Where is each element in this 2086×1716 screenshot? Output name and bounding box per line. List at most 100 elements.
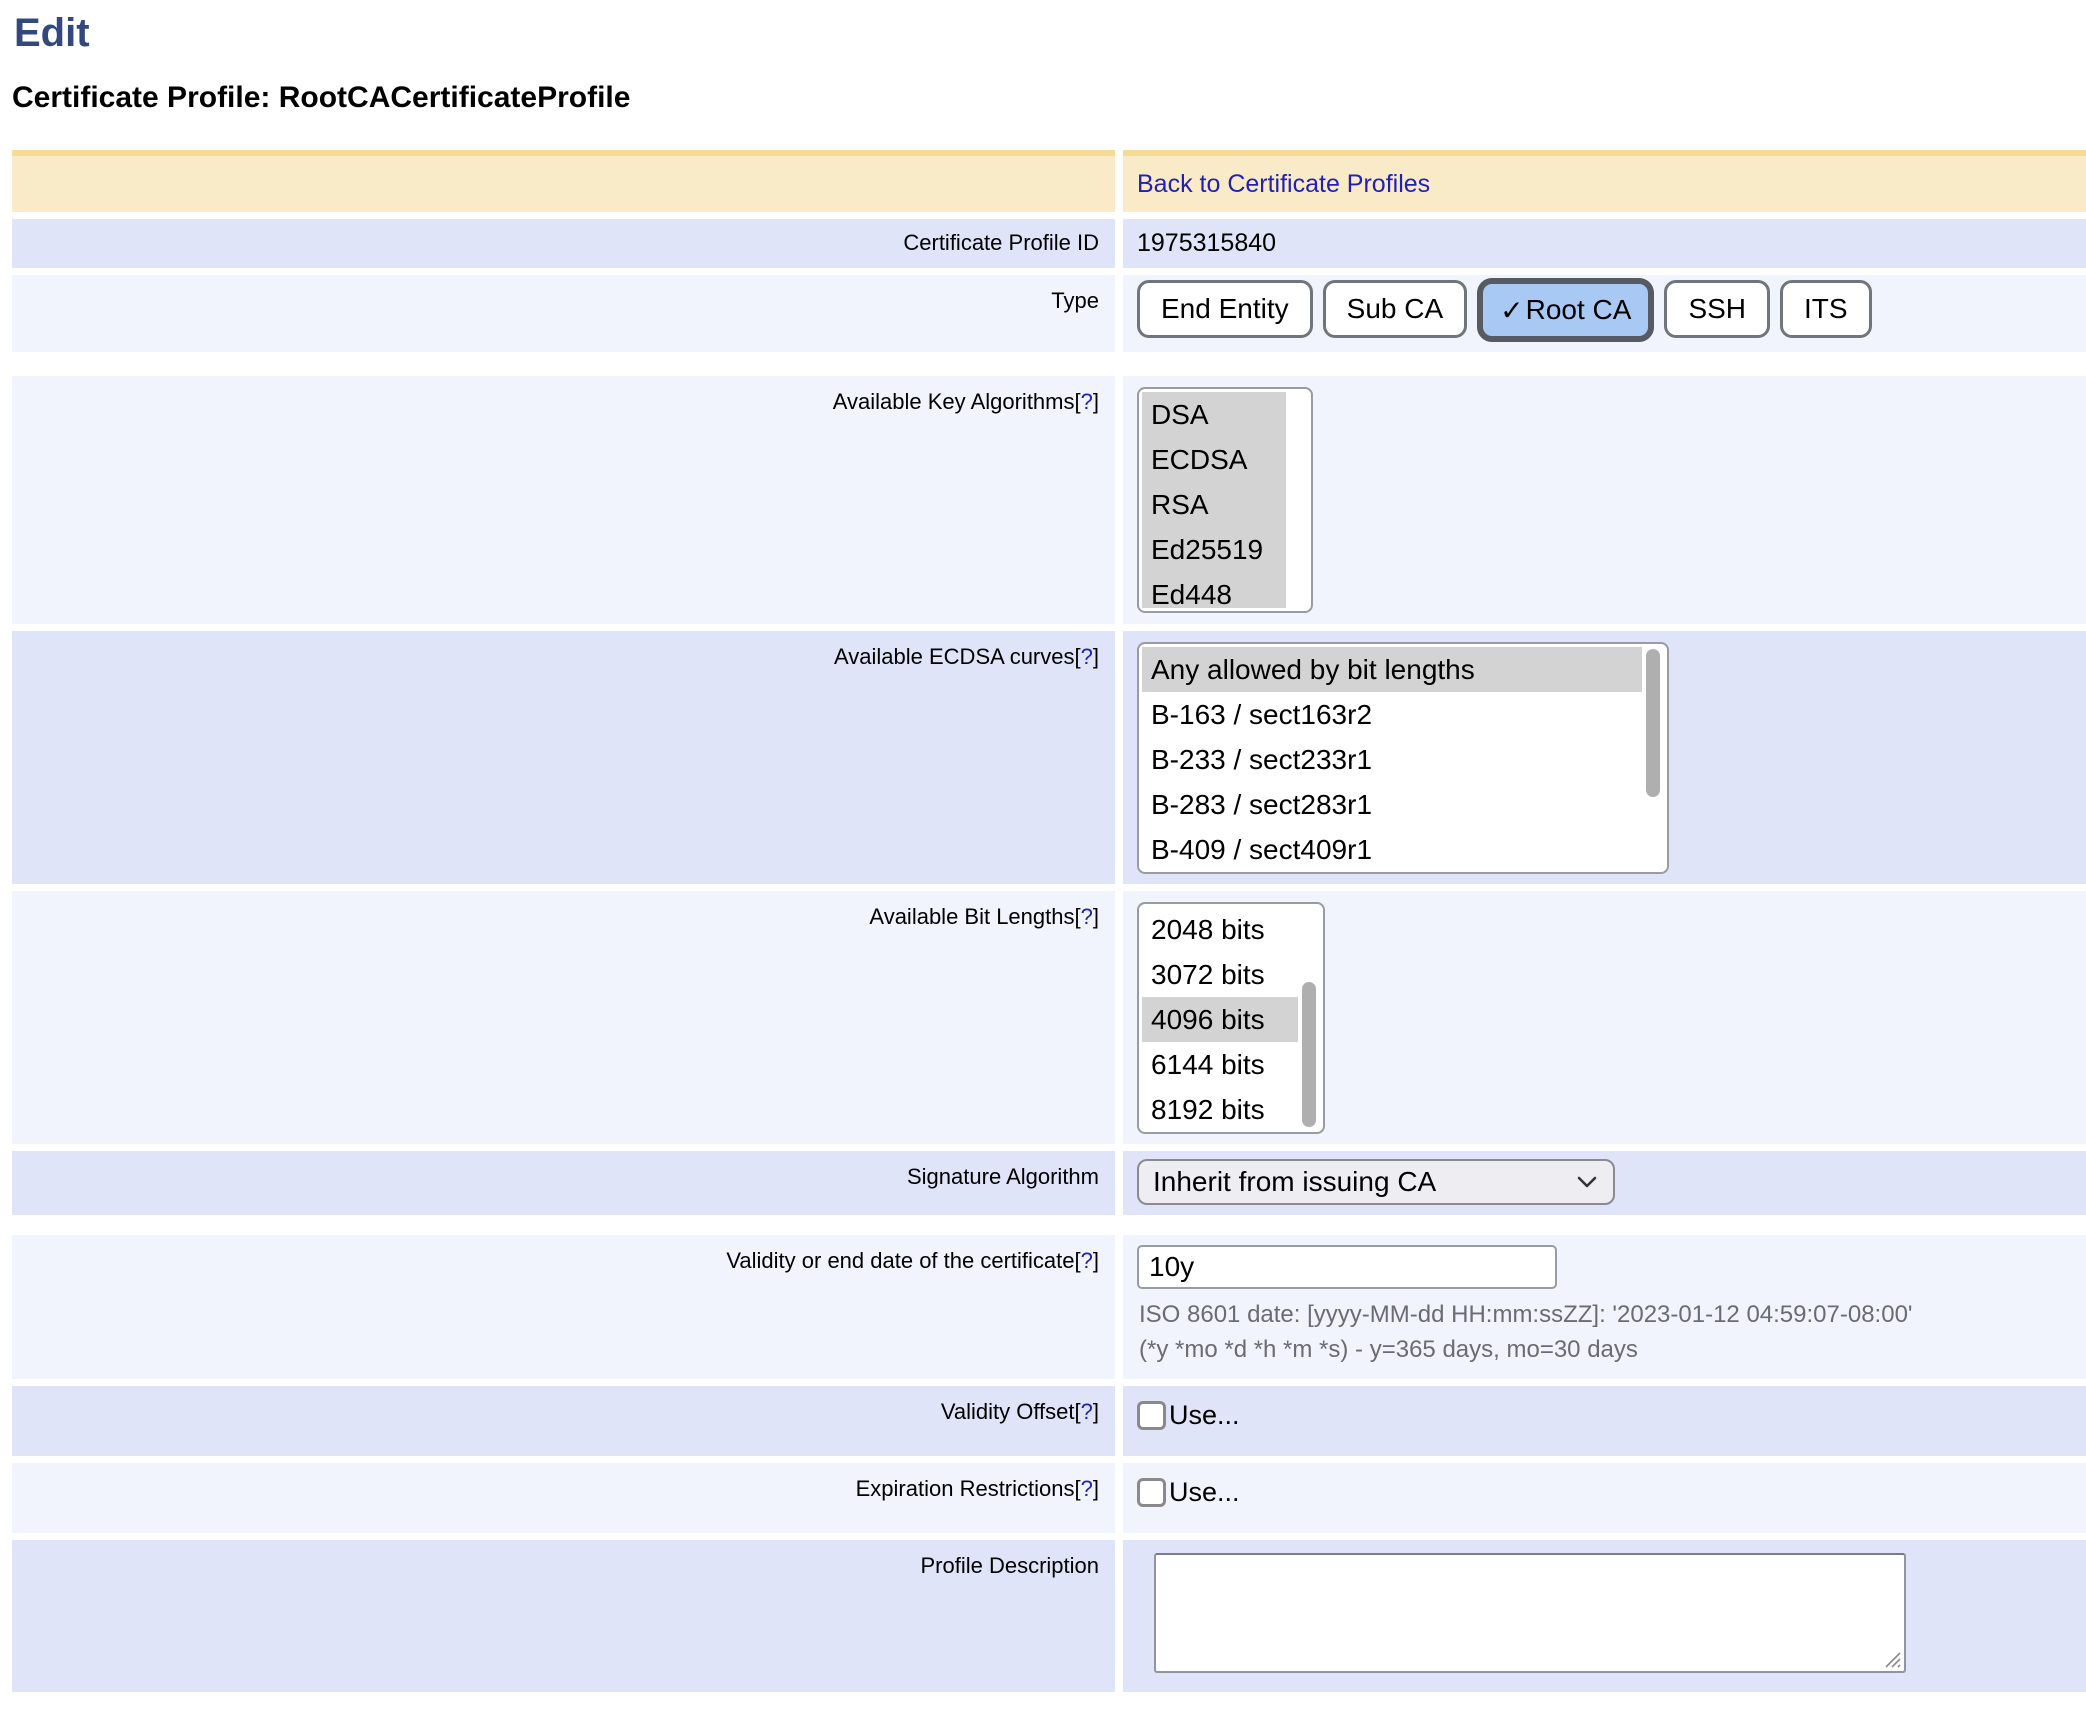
validity-offset-use-checkbox[interactable] [1137,1401,1166,1430]
validity-offset-row: Validity Offset[?] Use... [12,1386,2086,1456]
validity-hint-line1: ISO 8601 date: [yyyy-MM-dd HH:mm:ssZZ]: … [1139,1297,2086,1332]
validity-input[interactable] [1137,1245,1557,1289]
signature-algorithm-row: Signature Algorithm Inherit from issuing… [12,1151,2086,1215]
certificate-profile-id-value-cell: 1975315840 [1123,219,2086,268]
resize-handle-icon[interactable] [1880,1647,1902,1669]
section-key-settings: Available Key Algorithms[?] DSA ECDSA RS… [12,376,2086,1215]
validity-offset-label: Validity Offset [941,1399,1075,1424]
bit-length-option[interactable]: 6144 bits [1142,1042,1298,1087]
signature-algorithm-select-cell: Inherit from issuing CA [1123,1151,2086,1215]
certificate-profile-id-label: Certificate Profile ID [903,230,1099,255]
key-algorithm-option[interactable]: DSA [1142,392,1286,437]
validity-label-cell: Validity or end date of the certificate[… [12,1235,1115,1379]
back-to-certificate-profiles-link[interactable]: Back to Certificate Profiles [1137,156,1430,199]
available-key-algorithms-label: Available Key Algorithms [833,389,1075,414]
section-general: Back to Certificate Profiles Certificate… [12,150,2086,352]
ecdsa-curve-option[interactable]: Any allowed by bit lengths [1142,647,1642,692]
signature-algorithm-select[interactable]: Inherit from issuing CA [1137,1159,1615,1205]
certificate-profile-id-label-cell: Certificate Profile ID [12,219,1115,268]
signature-algorithm-selected-value: Inherit from issuing CA [1153,1166,1436,1198]
validity-offset-label-cell: Validity Offset[?] [12,1386,1115,1456]
chevron-down-icon [1575,1174,1599,1190]
header-right-cell: Back to Certificate Profiles [1123,150,2086,212]
validity-help-link[interactable]: ? [1081,1248,1093,1273]
available-ecdsa-curves-list-cell: Any allowed by bit lengths B-163 / sect1… [1123,631,2086,884]
bit-lengths-help-link[interactable]: ? [1081,904,1093,929]
key-algorithm-option[interactable]: Ed25519 [1142,527,1286,572]
validity-offset-use-label: Use... [1169,1400,1240,1431]
profile-description-value-cell [1123,1540,2086,1692]
type-button-root-ca[interactable]: ✓Root CA [1477,278,1654,342]
available-key-algorithms-row: Available Key Algorithms[?] DSA ECDSA RS… [12,376,2086,624]
edit-certificate-profile-page: Edit Certificate Profile: RootCACertific… [0,0,2086,1716]
certificate-profile-id-value: 1975315840 [1137,219,2086,258]
profile-description-textarea[interactable] [1154,1553,1906,1673]
profile-description-textarea-wrap [1154,1553,1906,1673]
key-algorithms-scrollbar-track [1286,392,1308,608]
type-button-its[interactable]: ITS [1780,280,1872,338]
key-algorithms-listbox[interactable]: DSA ECDSA RSA Ed25519 Ed448 [1137,387,1313,613]
type-button-sub-ca[interactable]: Sub CA [1323,280,1468,338]
page-title: Edit [14,10,2086,56]
validity-offset-value-cell: Use... [1123,1386,2086,1456]
signature-algorithm-label-cell: Signature Algorithm [12,1151,1115,1215]
checkmark-icon: ✓ [1500,294,1523,327]
section-validity: Validity or end date of the certificate[… [12,1235,2086,1692]
expiration-restrictions-use-row: Use... [1137,1463,2086,1508]
available-bit-lengths-label-cell: Available Bit Lengths[?] [12,891,1115,1144]
validity-offset-use-row: Use... [1137,1386,2086,1431]
type-label-cell: Type [12,275,1115,352]
expiration-restrictions-use-label: Use... [1169,1477,1240,1508]
type-button-end-entity[interactable]: End Entity [1137,280,1313,338]
type-button-ssh[interactable]: SSH [1664,280,1770,338]
validity-hint-line2: (*y *mo *d *h *m *s) - y=365 days, mo=30… [1139,1332,2086,1367]
ecdsa-curves-scrollbar-track [1642,647,1664,869]
header-left-cell [12,150,1115,212]
profile-description-label-cell: Profile Description [12,1540,1115,1692]
available-bit-lengths-label: Available Bit Lengths [869,904,1074,929]
profile-description-row: Profile Description [12,1540,2086,1692]
type-row: Type End Entity Sub CA ✓Root CA SSH ITS [12,275,2086,352]
expiration-restrictions-label: Expiration Restrictions [856,1476,1075,1501]
expiration-restrictions-row: Expiration Restrictions[?] Use... [12,1463,2086,1533]
bit-length-option[interactable]: 2048 bits [1142,907,1298,952]
ecdsa-curve-option[interactable]: B-233 / sect233r1 [1142,737,1642,782]
validity-label: Validity or end date of the certificate [726,1248,1074,1273]
key-algorithms-help-link[interactable]: ? [1081,389,1093,414]
key-algorithm-option[interactable]: RSA [1142,482,1286,527]
available-key-algorithms-list-cell: DSA ECDSA RSA Ed25519 Ed448 [1123,376,2086,624]
ecdsa-curves-help-link[interactable]: ? [1081,644,1093,669]
type-buttons-cell: End Entity Sub CA ✓Root CA SSH ITS [1123,275,2086,352]
validity-offset-help-link[interactable]: ? [1081,1399,1093,1424]
profile-heading: Certificate Profile: RootCACertificatePr… [12,80,2086,116]
available-bit-lengths-list-cell: 2048 bits 3072 bits 4096 bits 6144 bits … [1123,891,2086,1144]
validity-input-cell: ISO 8601 date: [yyyy-MM-dd HH:mm:ssZZ]: … [1123,1235,2086,1379]
key-algorithm-option[interactable]: Ed448 [1142,572,1286,608]
bit-length-option[interactable]: 4096 bits [1142,997,1298,1042]
validity-row: Validity or end date of the certificate[… [12,1235,2086,1379]
available-ecdsa-curves-label-cell: Available ECDSA curves[?] [12,631,1115,884]
profile-description-label: Profile Description [920,1553,1099,1578]
type-label: Type [1051,288,1099,313]
expiration-restrictions-help-link[interactable]: ? [1081,1476,1093,1501]
validity-hint: ISO 8601 date: [yyyy-MM-dd HH:mm:ssZZ]: … [1137,1297,2086,1367]
bit-lengths-scrollbar-track [1298,907,1320,1129]
ecdsa-curves-scrollbar-thumb[interactable] [1646,649,1660,797]
available-key-algorithms-label-cell: Available Key Algorithms[?] [12,376,1115,624]
expiration-restrictions-value-cell: Use... [1123,1463,2086,1533]
bit-length-option[interactable]: 8192 bits [1142,1087,1298,1129]
expiration-restrictions-use-checkbox[interactable] [1137,1478,1166,1507]
ecdsa-curve-option[interactable]: B-163 / sect163r2 [1142,692,1642,737]
bit-lengths-listbox[interactable]: 2048 bits 3072 bits 4096 bits 6144 bits … [1137,902,1325,1134]
bit-length-option[interactable]: 3072 bits [1142,952,1298,997]
profile-form: Back to Certificate Profiles Certificate… [12,150,2086,1692]
signature-algorithm-label: Signature Algorithm [907,1164,1099,1189]
ecdsa-curve-option[interactable]: B-409 / sect409r1 [1142,827,1642,869]
available-bit-lengths-row: Available Bit Lengths[?] 2048 bits 3072 … [12,891,2086,1144]
ecdsa-curve-option[interactable]: B-283 / sect283r1 [1142,782,1642,827]
available-ecdsa-curves-row: Available ECDSA curves[?] Any allowed by… [12,631,2086,884]
bit-lengths-scrollbar-thumb[interactable] [1302,982,1316,1127]
type-button-bar: End Entity Sub CA ✓Root CA SSH ITS [1137,275,2086,342]
ecdsa-curves-listbox[interactable]: Any allowed by bit lengths B-163 / sect1… [1137,642,1669,874]
key-algorithm-option[interactable]: ECDSA [1142,437,1286,482]
